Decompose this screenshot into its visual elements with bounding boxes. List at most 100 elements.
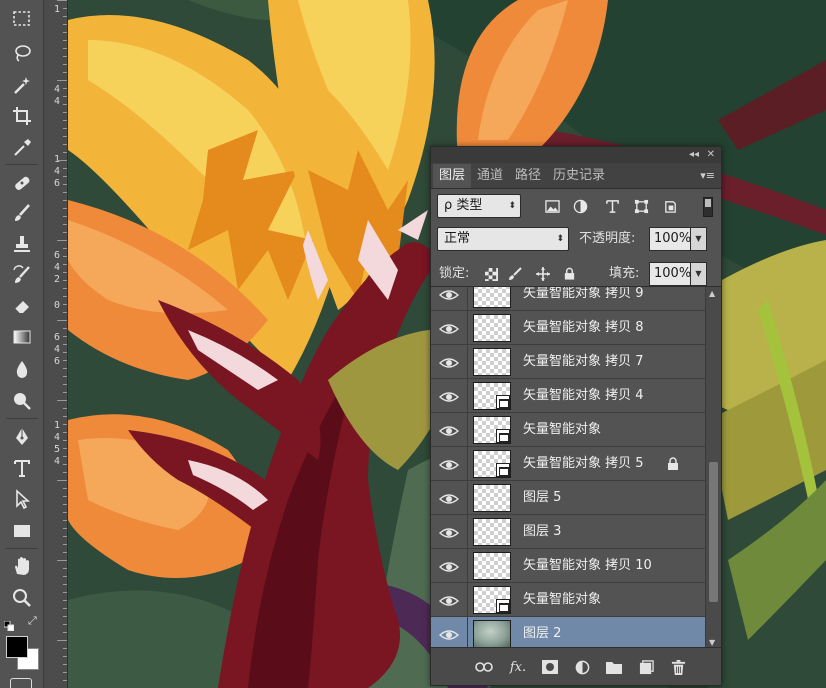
layer-thumbnail[interactable]	[473, 484, 511, 512]
visibility-eye-icon[interactable]	[438, 423, 460, 437]
blend-mode-select[interactable]: 正常 ⬍	[437, 227, 569, 251]
layer-row[interactable]: 矢量智能对象 拷贝 4	[431, 379, 705, 413]
adjustment-filter-icon[interactable]	[571, 197, 589, 215]
eyedropper-tool-icon[interactable]	[8, 134, 36, 160]
foreground-color-swatch[interactable]	[6, 636, 28, 658]
filter-type-label: ρ 类型	[444, 198, 483, 213]
layer-row[interactable]: 图层 2	[431, 617, 705, 648]
fx-icon[interactable]: fx.	[509, 659, 527, 675]
layer-thumbnail[interactable]	[473, 348, 511, 376]
path-selection-tool-icon[interactable]	[8, 486, 36, 512]
collapse-panel-icon[interactable]: ◂◂	[689, 148, 699, 162]
visibility-eye-icon[interactable]	[438, 355, 460, 369]
chevron-updown-icon: ⬍	[508, 201, 516, 211]
lock-all-icon[interactable]	[561, 266, 577, 282]
ruler-tick	[63, 72, 67, 73]
visibility-eye-icon[interactable]	[438, 627, 460, 641]
eraser-tool-icon[interactable]	[8, 293, 36, 319]
layer-thumbnail[interactable]	[473, 620, 511, 648]
layer-row[interactable]: 图层 5	[431, 481, 705, 515]
default-colors-icon[interactable]	[3, 616, 15, 632]
marquee-tool-icon[interactable]	[8, 6, 36, 32]
tab-paths[interactable]: 路径	[509, 164, 547, 188]
ruler-tick	[63, 224, 67, 225]
blur-tool-icon[interactable]	[8, 356, 36, 382]
visibility-eye-icon[interactable]	[438, 389, 460, 403]
scroll-up-icon[interactable]: ▲	[709, 289, 715, 298]
layer-thumbnail[interactable]	[473, 586, 511, 614]
visibility-eye-icon[interactable]	[438, 457, 460, 471]
layer-row[interactable]: 矢量智能对象 拷贝 5	[431, 447, 705, 481]
layer-thumbnail[interactable]	[473, 287, 511, 308]
new-group-icon[interactable]	[605, 659, 623, 675]
lasso-tool-icon[interactable]	[8, 40, 36, 66]
fill-input[interactable]: 100%	[649, 262, 691, 286]
ruler-tick	[63, 464, 67, 465]
layer-row[interactable]: 矢量智能对象 拷贝 8	[431, 311, 705, 345]
swap-colors-icon[interactable]: ⤢	[28, 615, 40, 627]
layer-row[interactable]: 矢量智能对象 拷贝 9	[431, 287, 705, 311]
visibility-eye-icon[interactable]	[438, 491, 460, 505]
layer-thumbnail[interactable]	[473, 314, 511, 342]
ruler-tick	[57, 400, 67, 401]
lock-position-icon[interactable]	[535, 266, 551, 282]
filter-toggle-switch[interactable]	[703, 197, 713, 217]
crop-tool-icon[interactable]	[8, 103, 36, 129]
quick-mask-icon[interactable]	[10, 678, 32, 688]
layer-thumbnail[interactable]	[473, 518, 511, 546]
tab-channels[interactable]: 通道	[471, 164, 509, 188]
layer-row[interactable]: 矢量智能对象	[431, 413, 705, 447]
visibility-eye-icon[interactable]	[438, 525, 460, 539]
layer-thumbnail[interactable]	[473, 552, 511, 580]
ruler-tick	[63, 272, 67, 273]
magic-wand-tool-icon[interactable]	[8, 72, 36, 98]
brush-tool-icon[interactable]	[8, 200, 36, 226]
visibility-eye-icon[interactable]	[438, 559, 460, 573]
layer-list-scrollbar[interactable]: ▲ ▼	[705, 287, 721, 648]
opacity-dropdown-icon[interactable]: ▼	[691, 227, 707, 251]
fill-dropdown-icon[interactable]: ▼	[691, 262, 707, 286]
delete-layer-icon[interactable]	[669, 659, 687, 675]
layer-row[interactable]: 图层 3	[431, 515, 705, 549]
smart-object-filter-icon[interactable]	[661, 197, 679, 215]
healing-brush-tool-icon[interactable]	[8, 170, 36, 196]
tab-history[interactable]: 历史记录	[547, 164, 611, 188]
lock-image-pixels-icon[interactable]	[507, 266, 523, 282]
filter-type-select[interactable]: ρ 类型 ⬍	[437, 194, 521, 218]
clone-stamp-tool-icon[interactable]	[8, 231, 36, 257]
dodge-tool-icon[interactable]	[8, 388, 36, 414]
pen-tool-icon[interactable]	[8, 424, 36, 450]
link-layers-icon[interactable]	[475, 659, 493, 675]
lock-transparent-pixels-icon[interactable]	[483, 266, 499, 282]
hand-tool-icon[interactable]	[8, 553, 36, 579]
visibility-eye-icon[interactable]	[438, 287, 460, 301]
type-filter-icon[interactable]	[603, 197, 621, 215]
tab-layers[interactable]: 图层	[433, 164, 472, 188]
scrollbar-thumb[interactable]	[709, 462, 718, 602]
layer-row[interactable]: 矢量智能对象 拷贝 7	[431, 345, 705, 379]
shape-filter-icon[interactable]	[632, 197, 650, 215]
layer-row[interactable]: 矢量智能对象	[431, 583, 705, 617]
layer-thumbnail[interactable]	[473, 416, 511, 444]
new-layer-icon[interactable]	[637, 659, 655, 675]
ruler-tick	[63, 200, 67, 201]
panel-titlebar[interactable]: ◂◂ ✕	[431, 147, 721, 163]
type-tool-icon[interactable]	[8, 455, 36, 481]
rectangle-tool-icon[interactable]	[8, 518, 36, 544]
opacity-input[interactable]: 100%	[649, 227, 691, 251]
layer-thumbnail[interactable]	[473, 382, 511, 410]
close-panel-icon[interactable]: ✕	[707, 148, 715, 162]
gradient-tool-icon[interactable]	[8, 324, 36, 350]
add-mask-icon[interactable]	[541, 659, 559, 675]
ruler-tick	[63, 288, 67, 289]
layer-row[interactable]: 矢量智能对象 拷贝 10	[431, 549, 705, 583]
adjustment-layer-icon[interactable]	[573, 659, 591, 675]
zoom-tool-icon[interactable]	[8, 585, 36, 611]
visibility-eye-icon[interactable]	[438, 593, 460, 607]
layer-thumbnail[interactable]	[473, 450, 511, 478]
panel-menu-icon[interactable]: ▾≡	[700, 169, 715, 182]
visibility-eye-icon[interactable]	[438, 321, 460, 335]
scroll-down-icon[interactable]: ▼	[709, 638, 715, 647]
image-filter-icon[interactable]	[543, 197, 561, 215]
history-brush-tool-icon[interactable]	[8, 262, 36, 288]
